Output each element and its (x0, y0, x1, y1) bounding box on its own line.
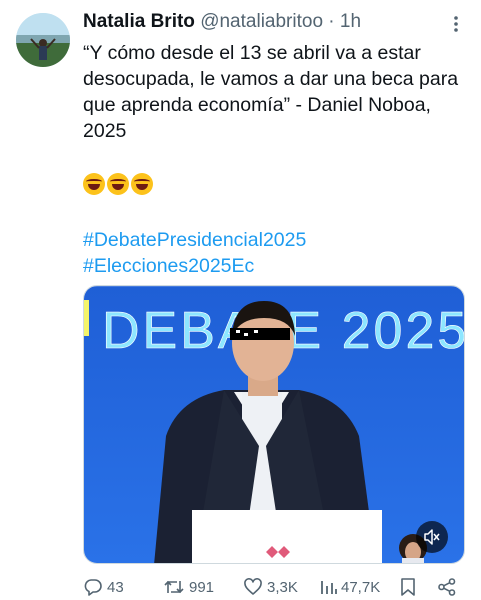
avatar-photo (16, 13, 70, 67)
mute-toggle-button[interactable] (416, 521, 448, 553)
tweet-time[interactable]: 1h (340, 11, 361, 32)
more-options-icon[interactable] (446, 14, 466, 34)
hashtag-list: #DebatePresidencial2025 #Elecciones2025E… (83, 227, 306, 279)
separator-dot: · (328, 11, 335, 32)
hashtag-link[interactable]: #Elecciones2025Ec (83, 253, 306, 279)
author-name[interactable]: Natalia Brito (83, 11, 195, 32)
like-button[interactable]: 3,3K (243, 575, 298, 599)
laughing-emoji-icon (107, 173, 129, 195)
avatar[interactable] (16, 13, 70, 67)
share-icon (438, 578, 456, 596)
views-chart-icon (321, 581, 337, 594)
views-button[interactable]: 47,7K (319, 575, 380, 599)
hashtag-link[interactable]: #DebatePresidencial2025 (83, 227, 306, 253)
video-frame: DEBATE 2025 (84, 286, 464, 563)
laughing-emoji-icon (131, 173, 153, 195)
action-bar: 43 991 3,3K 47,7K (83, 575, 465, 599)
bookmark-button[interactable] (399, 575, 417, 599)
tweet-text: “Y cómo desde el 13 se abril va a estar … (83, 42, 459, 142)
reply-icon (84, 579, 102, 596)
laughing-emoji-icon (83, 173, 105, 195)
speaker-muted-icon (424, 529, 440, 545)
emoji-row (83, 173, 153, 197)
bookmark-icon (401, 578, 415, 596)
views-count: 47,7K (341, 578, 381, 596)
retweet-icon (164, 580, 184, 594)
share-button[interactable] (437, 575, 457, 599)
author-handle[interactable]: @nataliabritoo (200, 11, 323, 32)
video-player[interactable]: DEBATE 2025 (83, 285, 465, 564)
heart-icon (244, 578, 262, 595)
like-count: 3,3K (267, 578, 298, 596)
retweet-count: 991 (189, 578, 215, 596)
reply-button[interactable]: 43 (83, 575, 124, 599)
reply-count: 43 (107, 578, 124, 596)
tweet-header: Natalia Brito @nataliabritoo · 1h (83, 11, 361, 33)
retweet-button[interactable]: 991 (163, 575, 214, 599)
